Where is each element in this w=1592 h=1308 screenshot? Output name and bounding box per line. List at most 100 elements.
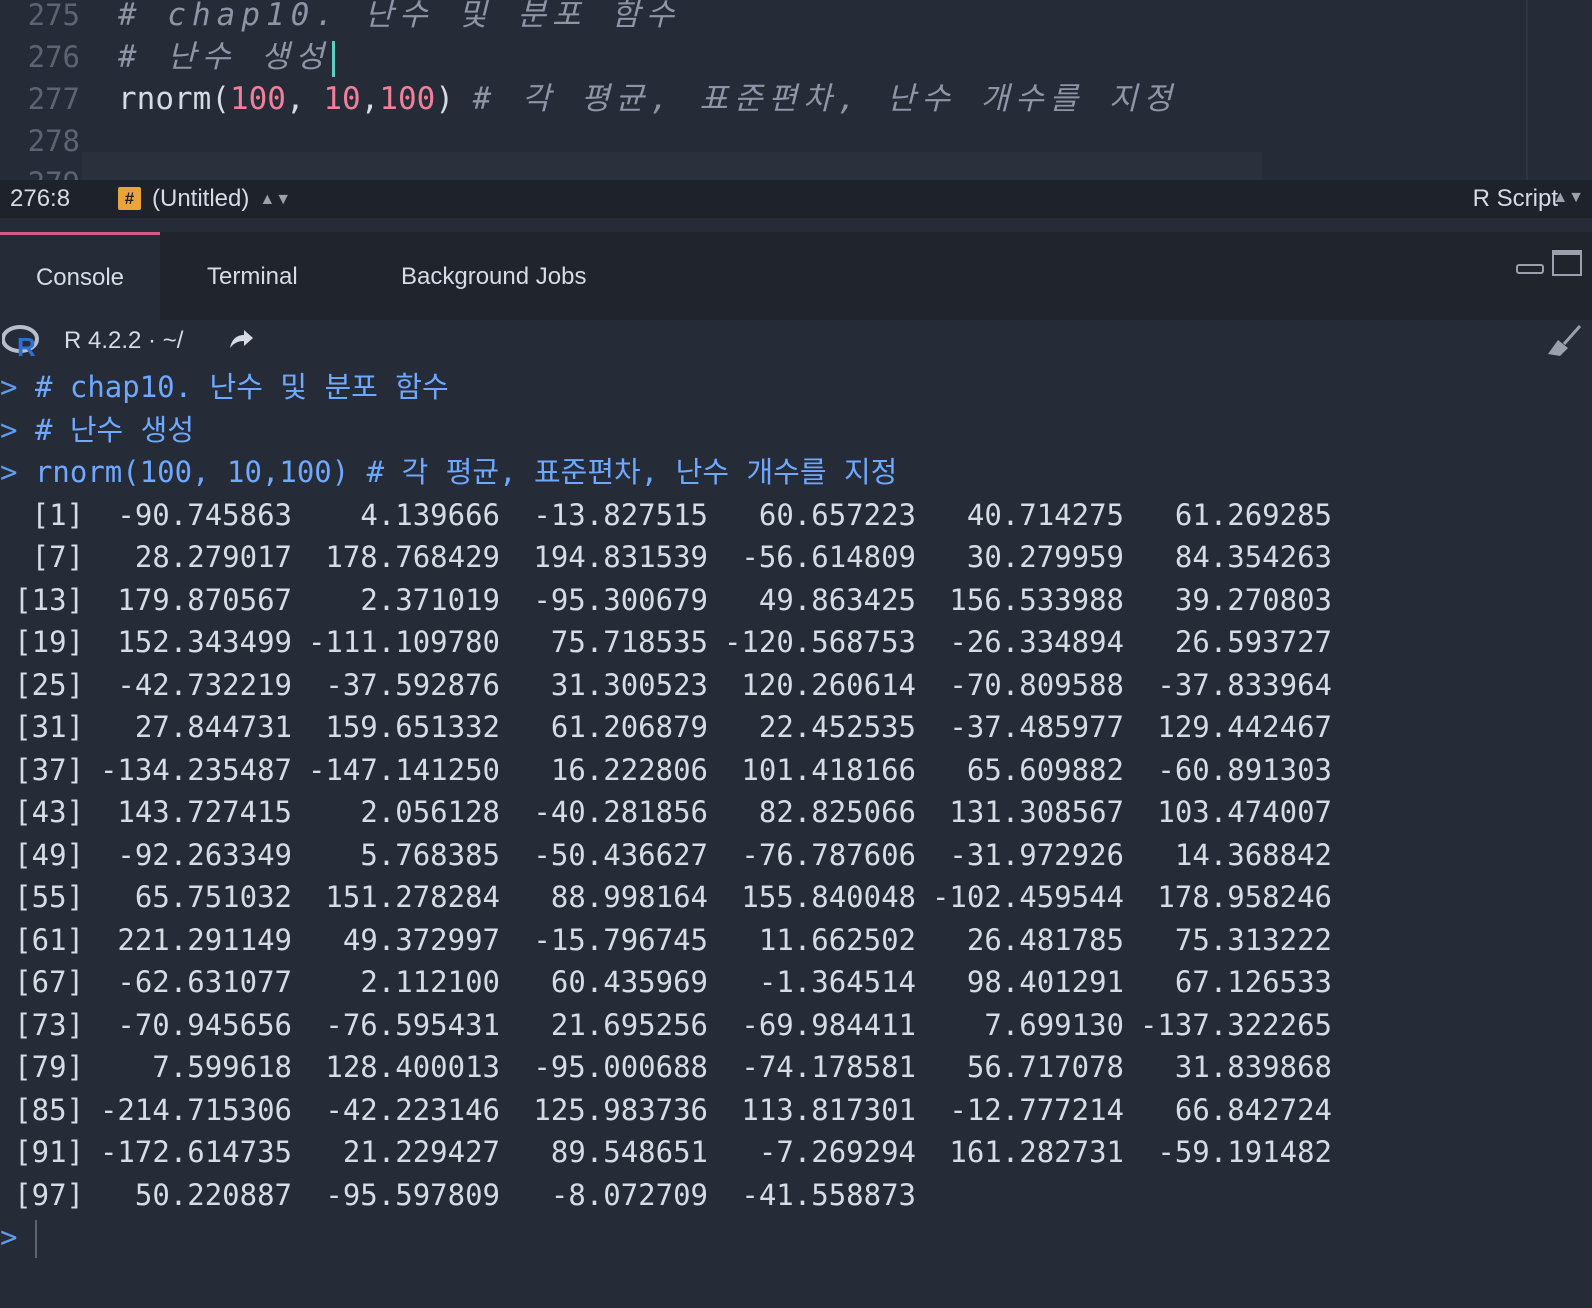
output-index: [91] bbox=[14, 1135, 84, 1169]
output-value: 178.768429 bbox=[325, 540, 500, 574]
output-value: -62.631077 bbox=[117, 965, 292, 999]
output-value: 60.435969 bbox=[550, 965, 708, 999]
output-value: 161.282731 bbox=[949, 1135, 1124, 1169]
output-value: 56.717078 bbox=[966, 1050, 1124, 1084]
output-value: -12.777214 bbox=[949, 1092, 1124, 1127]
output-index: [43] bbox=[14, 795, 84, 829]
output-value: -37.833964 bbox=[1157, 667, 1332, 702]
console-output[interactable]: > # chap10. 난수 및 분포 함수 > # 난수 생성 > rnorm… bbox=[0, 366, 1592, 1259]
output-value: -56.614809 bbox=[741, 540, 916, 574]
script-editor[interactable]: 275 # chap10. 난수 및 분포 함수 276 # 난수 생성 277… bbox=[0, 0, 1592, 180]
output-value: -42.732219 bbox=[117, 667, 292, 702]
output-value: 179.870567 bbox=[117, 582, 292, 617]
output-value: 103.474007 bbox=[1157, 795, 1332, 829]
output-value: 66.842724 bbox=[1174, 1092, 1332, 1127]
tab-background-jobs[interactable]: Background Jobs bbox=[401, 232, 586, 320]
output-value: -120.568753 bbox=[723, 625, 916, 659]
output-index: [31] bbox=[14, 710, 84, 744]
output-value: 98.401291 bbox=[966, 965, 1124, 999]
line-number: 275 bbox=[27, 0, 80, 32]
console-input-line[interactable]: > bbox=[0, 1216, 1592, 1259]
output-value: 221.291149 bbox=[117, 922, 292, 957]
script-type-selector[interactable]: R Script bbox=[1473, 185, 1558, 213]
r-logo-icon: R bbox=[2, 325, 39, 358]
console-input-line: > # chap10. 난수 및 분포 함수 bbox=[0, 366, 1592, 409]
console-output-line: [37] -134.235487 -147.141250 16.222806 101.4… bbox=[0, 749, 1592, 792]
code-line[interactable]: 276 # 난수 생성 bbox=[0, 36, 1540, 78]
console-output-line: [61] 221.291149 49.372997 -15.796745 11.6625… bbox=[0, 919, 1592, 962]
output-index: [79] bbox=[14, 1050, 84, 1084]
output-value: 101.418166 bbox=[741, 752, 916, 787]
output-index: [19] bbox=[14, 625, 84, 659]
console-output-line: [85] -214.715306 -42.223146 125.983736 113.8… bbox=[0, 1089, 1592, 1132]
output-value: -40.281856 bbox=[533, 795, 708, 829]
output-value: 28.279017 bbox=[134, 540, 292, 574]
output-value: -60.891303 bbox=[1157, 752, 1332, 787]
output-value: 2.371019 bbox=[360, 582, 500, 617]
line-number: 278 bbox=[27, 124, 80, 158]
output-index: [61] bbox=[14, 922, 84, 957]
console-output-line: [19] 152.343499 -111.109780 75.718535 -120.5… bbox=[0, 621, 1592, 664]
horizontal-scrollbar[interactable] bbox=[82, 152, 1262, 180]
tab-console[interactable]: Console bbox=[0, 232, 160, 320]
output-value: 7.599618 bbox=[152, 1050, 292, 1084]
console-output-line: [49] -92.263349 5.768385 -50.436627 -76.7876… bbox=[0, 834, 1592, 877]
output-value: -13.827515 bbox=[533, 497, 708, 532]
output-value: -41.558873 bbox=[741, 1177, 916, 1212]
console-output-line: [55] 65.751032 151.278284 88.998164 155.8400… bbox=[0, 876, 1592, 919]
updown-arrows-icon: ▲▼ bbox=[1552, 189, 1584, 206]
console-input-line: > rnorm(100, 10,100) # 각 평균, 표준편차, 난수 개수… bbox=[0, 451, 1592, 494]
output-index: [97] bbox=[14, 1177, 84, 1212]
output-value: 82.825066 bbox=[758, 795, 916, 829]
output-value: -76.787606 bbox=[741, 837, 916, 872]
code-line[interactable]: 275 # chap10. 난수 및 분포 함수 bbox=[0, 0, 1540, 36]
maximize-pane-icon[interactable] bbox=[1552, 250, 1582, 276]
output-index: [85] bbox=[14, 1092, 84, 1127]
tab-terminal[interactable]: Terminal bbox=[207, 232, 298, 320]
console-output-line: [79] 7.599618 128.400013 -95.000688 -74.1785… bbox=[0, 1046, 1592, 1089]
console-toolbar: R R 4.2.2 · ~/ bbox=[0, 320, 1592, 364]
output-value: 156.533988 bbox=[949, 582, 1124, 617]
output-value: 65.751032 bbox=[134, 880, 292, 914]
console-output-line: [31] 27.844731 159.651332 61.206879 22.45253… bbox=[0, 706, 1592, 749]
output-value: 159.651332 bbox=[325, 710, 500, 744]
console-output-rows: [1] -90.745863 4.139666 -13.827515 60.657223… bbox=[0, 494, 1592, 1217]
console-prompt: > bbox=[0, 412, 18, 447]
output-value: -95.300679 bbox=[533, 582, 708, 617]
output-value: 194.831539 bbox=[533, 540, 708, 574]
output-value: 7.699130 bbox=[984, 1007, 1124, 1042]
output-value: 151.278284 bbox=[325, 880, 500, 914]
output-value: 50.220887 bbox=[134, 1177, 292, 1212]
output-value: -15.796745 bbox=[533, 922, 708, 957]
output-value: -172.614735 bbox=[99, 1135, 292, 1169]
output-index: [1] bbox=[31, 497, 84, 532]
output-value: 2.112100 bbox=[360, 965, 500, 999]
output-value: -70.945656 bbox=[117, 1007, 292, 1042]
minimize-pane-icon[interactable] bbox=[1516, 264, 1544, 274]
output-value: -42.223146 bbox=[325, 1092, 500, 1127]
output-value: -147.141250 bbox=[307, 752, 500, 787]
output-value: 65.609882 bbox=[966, 752, 1124, 787]
code-number: 10 bbox=[323, 81, 361, 117]
output-value: -76.595431 bbox=[325, 1007, 500, 1042]
code-punct: , bbox=[360, 81, 380, 117]
cursor-position[interactable]: 276:8 bbox=[10, 185, 70, 213]
output-value: 21.229427 bbox=[342, 1135, 500, 1169]
output-value: 88.998164 bbox=[550, 880, 708, 914]
console-command: # chap10. 난수 및 분포 함수 bbox=[34, 370, 449, 404]
console-command: rnorm(100, 10,100) # 각 평균, 표준편차, 난수 개수를 … bbox=[34, 455, 898, 489]
code-function: rnorm( bbox=[118, 81, 230, 117]
output-value: 2.056128 bbox=[360, 795, 500, 829]
vertical-scrollbar[interactable] bbox=[1526, 0, 1528, 180]
output-value: 128.400013 bbox=[325, 1050, 500, 1084]
r-version-path: R 4.2.2 · ~/ bbox=[64, 327, 184, 354]
clear-console-broom-icon[interactable] bbox=[1546, 324, 1582, 358]
output-value: 31.300523 bbox=[550, 667, 708, 702]
console-input-line: > # 난수 생성 bbox=[0, 409, 1592, 452]
code-line[interactable]: 277 rnorm(100, 10,100) # 각 평균, 표준편차, 난수 … bbox=[0, 78, 1540, 120]
output-value: 131.308567 bbox=[949, 795, 1124, 829]
goto-directory-icon[interactable] bbox=[228, 328, 254, 350]
console-prompt: > bbox=[0, 455, 18, 489]
output-value: -95.597809 bbox=[325, 1177, 500, 1212]
document-section-selector[interactable]: (Untitled) ▲▼ bbox=[152, 185, 291, 213]
